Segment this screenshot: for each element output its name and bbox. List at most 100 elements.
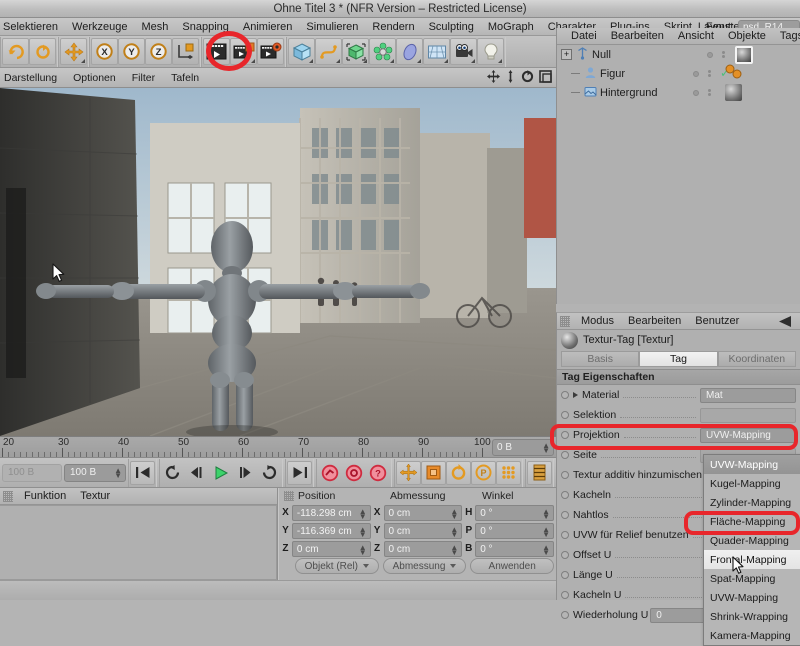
- menu-sculpting[interactable]: Sculpting: [422, 18, 481, 36]
- object-menu-objekte[interactable]: Objekte: [721, 27, 773, 45]
- previous-key-icon[interactable]: [161, 461, 185, 485]
- menu-mesh[interactable]: Mesh: [134, 18, 175, 36]
- keyframe-help-icon[interactable]: ?: [366, 461, 390, 485]
- play-icon[interactable]: [209, 461, 233, 485]
- size-y-input[interactable]: 0 cm ▲ ▼: [383, 522, 463, 539]
- axis-x-icon[interactable]: X: [91, 38, 118, 65]
- maximize-view-icon[interactable]: [539, 70, 552, 86]
- spline-icon[interactable]: [315, 38, 342, 65]
- tab-tag[interactable]: Tag: [639, 351, 718, 367]
- redo-icon[interactable]: [29, 38, 56, 65]
- null-visibility-dots[interactable]: [707, 51, 725, 58]
- kacheln-u-anim-track-icon[interactable]: [561, 591, 569, 599]
- size-mode-select[interactable]: Abmessung: [382, 558, 467, 574]
- object-menu-tags[interactable]: Tags: [773, 27, 800, 45]
- scene-icon[interactable]: [423, 38, 450, 65]
- attribute-menu-modus[interactable]: Modus: [574, 312, 621, 330]
- property-row-selektion[interactable]: Selektion: [557, 405, 800, 425]
- rotation-key-icon[interactable]: [446, 460, 471, 485]
- pan-view-icon[interactable]: [487, 70, 500, 86]
- object-menu-bearbeiten[interactable]: Bearbeiten: [604, 27, 671, 45]
- render-settings-icon[interactable]: [257, 38, 284, 65]
- viewport-menu-optionen[interactable]: Optionen: [65, 69, 124, 87]
- property-value-projektion[interactable]: UVW-Mapping: [700, 427, 796, 443]
- next-key-icon[interactable]: [257, 461, 281, 485]
- angle-h-input[interactable]: 0 ° ▲ ▼: [475, 504, 555, 521]
- angle-b-input[interactable]: 0 ° ▲ ▼: [475, 540, 555, 557]
- menu-rendern[interactable]: Rendern: [365, 18, 421, 36]
- scale-key-icon[interactable]: [421, 460, 446, 485]
- offset-u-anim-track-icon[interactable]: [561, 551, 569, 559]
- frame-range-ghost-field[interactable]: 100 B: [2, 463, 62, 482]
- size-x-input[interactable]: 0 cm ▲ ▼: [383, 504, 463, 521]
- angle-p-input[interactable]: 0 ° ▲ ▼: [475, 522, 555, 539]
- dropdown-item-uvw-mapping-2[interactable]: UVW-Mapping: [704, 588, 800, 607]
- texture-tag-icon[interactable]: [735, 45, 753, 64]
- tab-basis[interactable]: Basis: [561, 351, 640, 367]
- coordinates-manager-grip[interactable]: [284, 491, 294, 501]
- menu-simulieren[interactable]: Simulieren: [299, 18, 365, 36]
- tab-koordinaten[interactable]: Koordinaten: [717, 351, 796, 367]
- current-frame-field[interactable]: 100 B ▲ ▼: [64, 463, 126, 482]
- undo-icon[interactable]: [2, 38, 29, 65]
- object-menu-ansicht[interactable]: Ansicht: [671, 27, 721, 45]
- wiederholung-u-anim-track-icon[interactable]: [561, 611, 569, 619]
- size-z-input[interactable]: 0 cm ▲ ▼: [383, 540, 463, 557]
- axis-z-icon[interactable]: Z: [145, 38, 172, 65]
- projektion-anim-track-icon[interactable]: [561, 431, 569, 439]
- environment-icon[interactable]: [396, 38, 423, 65]
- step-forward-icon[interactable]: [233, 461, 257, 485]
- dropdown-item-quader-mapping[interactable]: Quader-Mapping: [704, 531, 800, 550]
- menu-selektieren[interactable]: Selektieren: [0, 18, 65, 36]
- render-view-icon[interactable]: [203, 38, 230, 65]
- property-value-material[interactable]: Mat: [700, 387, 796, 403]
- record-key-icon[interactable]: [318, 461, 342, 485]
- dropdown-item-flaeche-mapping[interactable]: Fläche-Mapping: [704, 512, 800, 531]
- viewport-menu-darstellung[interactable]: Darstellung: [0, 69, 65, 87]
- seite-anim-track-icon[interactable]: [561, 451, 569, 459]
- material-menu-textur[interactable]: Textur: [73, 487, 117, 505]
- nahtlos-anim-track-icon[interactable]: [561, 511, 569, 519]
- dropdown-item-kugel-mapping[interactable]: Kugel-Mapping: [704, 474, 800, 493]
- expand-null-icon[interactable]: +: [561, 49, 572, 60]
- null-tags[interactable]: [735, 45, 753, 64]
- current-frame-spinner[interactable]: ▲ ▼: [114, 466, 122, 479]
- material-manager-body[interactable]: [0, 505, 277, 580]
- position-key-icon[interactable]: [396, 460, 421, 485]
- hintergrund-tags[interactable]: [725, 84, 742, 101]
- apply-button[interactable]: Anwenden: [470, 558, 555, 574]
- menu-werkzeuge[interactable]: Werkzeuge: [65, 18, 134, 36]
- render-region-icon[interactable]: [230, 38, 257, 65]
- position-z-input[interactable]: 0 cm ▲ ▼: [291, 540, 371, 557]
- figur-tags[interactable]: [725, 64, 743, 83]
- laenge-u-anim-track-icon[interactable]: [561, 571, 569, 579]
- menu-animieren[interactable]: Animieren: [236, 18, 300, 36]
- kacheln-anim-track-icon[interactable]: [561, 491, 569, 499]
- camera-icon[interactable]: [450, 38, 477, 65]
- property-row-material[interactable]: Material Mat: [557, 385, 800, 405]
- property-value-wiederholung-u[interactable]: 0: [650, 607, 711, 623]
- object-row-null[interactable]: + Null: [557, 45, 800, 64]
- dropdown-item-uvw-mapping[interactable]: UVW-Mapping: [704, 455, 800, 474]
- object-row-figur[interactable]: Figur ✓: [557, 64, 800, 83]
- go-to-start-icon[interactable]: [130, 460, 155, 485]
- timeline-ruler[interactable]: 20 30 40 50 60 70 80 90 100 0 B ▲ ▼: [0, 436, 556, 458]
- selektion-anim-track-icon[interactable]: [561, 411, 569, 419]
- timeline-end-field[interactable]: 0 B ▲ ▼: [492, 439, 554, 456]
- property-value-selektion[interactable]: [700, 407, 796, 423]
- collapse-left-arrow-icon[interactable]: [778, 316, 792, 330]
- attribute-manager-grip[interactable]: [560, 315, 570, 327]
- material-menu-funktion[interactable]: Funktion: [17, 487, 73, 505]
- property-row-projektion[interactable]: Projektion UVW-Mapping: [557, 425, 800, 445]
- menu-snapping[interactable]: Snapping: [175, 18, 236, 36]
- world-object-axis-icon[interactable]: [172, 38, 199, 65]
- step-back-icon[interactable]: [185, 461, 209, 485]
- viewport-menu-filter[interactable]: Filter: [124, 69, 163, 87]
- coordinate-mode-select[interactable]: Objekt (Rel): [295, 558, 379, 574]
- light-icon[interactable]: [477, 38, 504, 65]
- dropdown-item-zylinder-mapping[interactable]: Zylinder-Mapping: [704, 493, 800, 512]
- pla-key-icon[interactable]: [496, 460, 521, 485]
- texture-tag-icon[interactable]: [725, 84, 742, 101]
- hintergrund-visibility-dots[interactable]: [693, 89, 711, 96]
- menu-mograph[interactable]: MoGraph: [481, 18, 541, 36]
